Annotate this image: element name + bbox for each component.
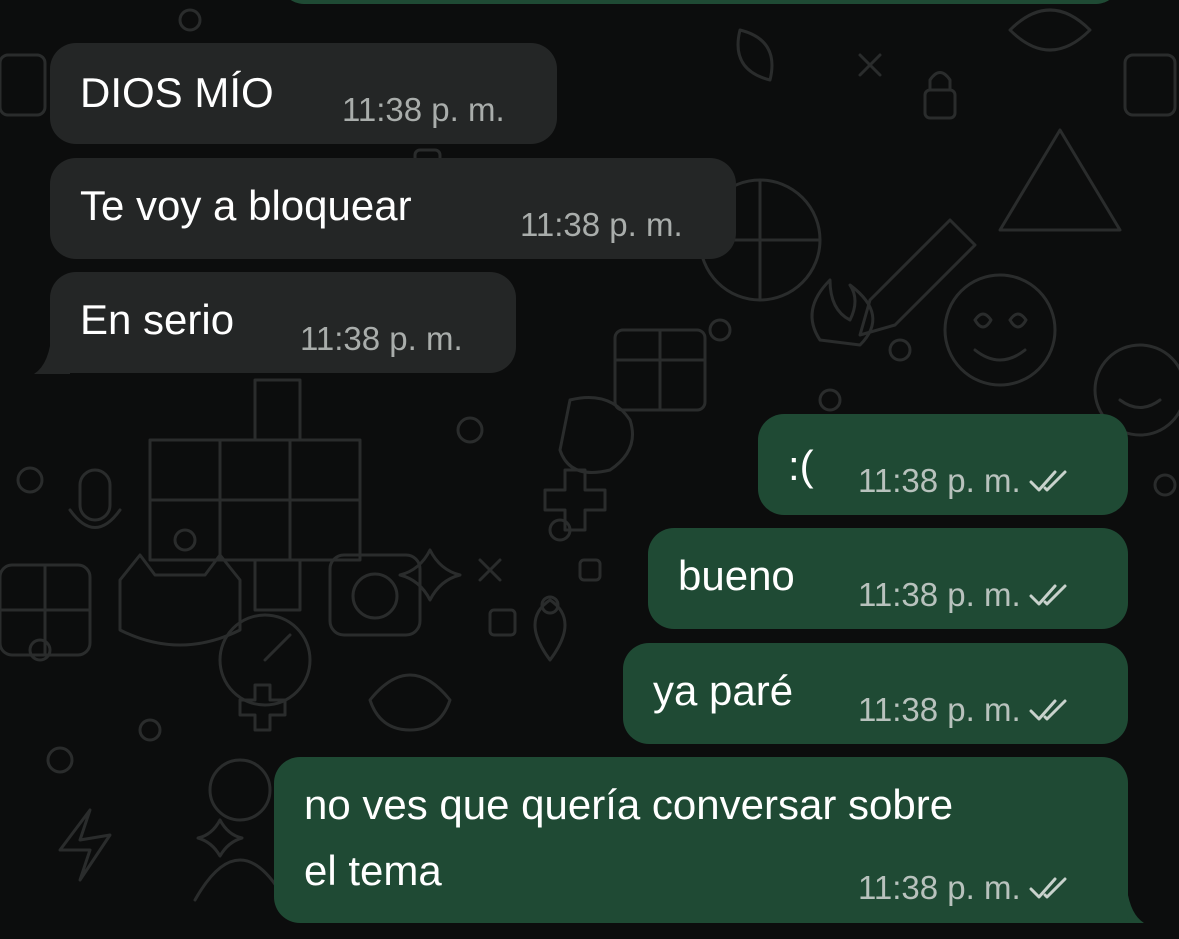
double-check-icon <box>1029 699 1067 721</box>
message-text: En serio <box>80 296 235 343</box>
message-bubble-incoming[interactable]: DIOS MÍO 11:38 p. m. <box>50 43 557 144</box>
message-bubble-outgoing[interactable]: bueno 11:38 p. m. <box>648 528 1128 629</box>
message-text-line2: el tema <box>304 847 442 894</box>
double-check-icon <box>1029 584 1067 606</box>
message-text: no ves que quería conversar sobre <box>304 781 954 828</box>
message-text: DIOS MÍO <box>80 69 274 116</box>
message-bubble-outgoing[interactable]: ya paré 11:38 p. m. <box>623 643 1128 744</box>
message-timestamp: 11:38 p. m. <box>342 91 505 129</box>
timestamp-text: 11:38 p. m. <box>858 576 1021 613</box>
double-check-icon <box>1029 470 1067 492</box>
timestamp-text: 11:38 p. m. <box>520 206 683 243</box>
message-bubble-incoming[interactable]: En serio 11:38 p. m. <box>50 272 516 373</box>
message-timestamp: 11:38 p. m. <box>858 576 1069 614</box>
timestamp-text: 11:38 p. m. <box>342 91 505 128</box>
timestamp-text: 11:38 p. m. <box>300 320 463 357</box>
message-bubble-incoming[interactable]: Te voy a bloquear 11:38 p. m. <box>50 158 736 259</box>
timestamp-text: 11:38 p. m. <box>858 691 1021 728</box>
message-text: Te voy a bloquear <box>80 182 412 229</box>
timestamp-text: 11:38 p. m. <box>858 462 1021 499</box>
message-timestamp: 11:38 p. m. <box>520 206 683 244</box>
message-bubble-outgoing[interactable]: no ves que quería conversar sobre el tem… <box>274 757 1128 923</box>
message-timestamp: 11:38 p. m. <box>858 462 1069 500</box>
message-bubble-partial <box>280 0 1120 4</box>
message-bubble-outgoing[interactable]: :( 11:38 p. m. <box>758 414 1128 515</box>
message-timestamp: 11:38 p. m. <box>300 320 463 358</box>
message-timestamp: 11:38 p. m. <box>858 869 1069 907</box>
message-text: bueno <box>678 552 795 599</box>
double-check-icon <box>1029 877 1067 899</box>
message-text: :( <box>788 442 814 489</box>
message-timestamp: 11:38 p. m. <box>858 691 1069 729</box>
message-text: ya paré <box>653 667 794 714</box>
timestamp-text: 11:38 p. m. <box>858 869 1021 906</box>
